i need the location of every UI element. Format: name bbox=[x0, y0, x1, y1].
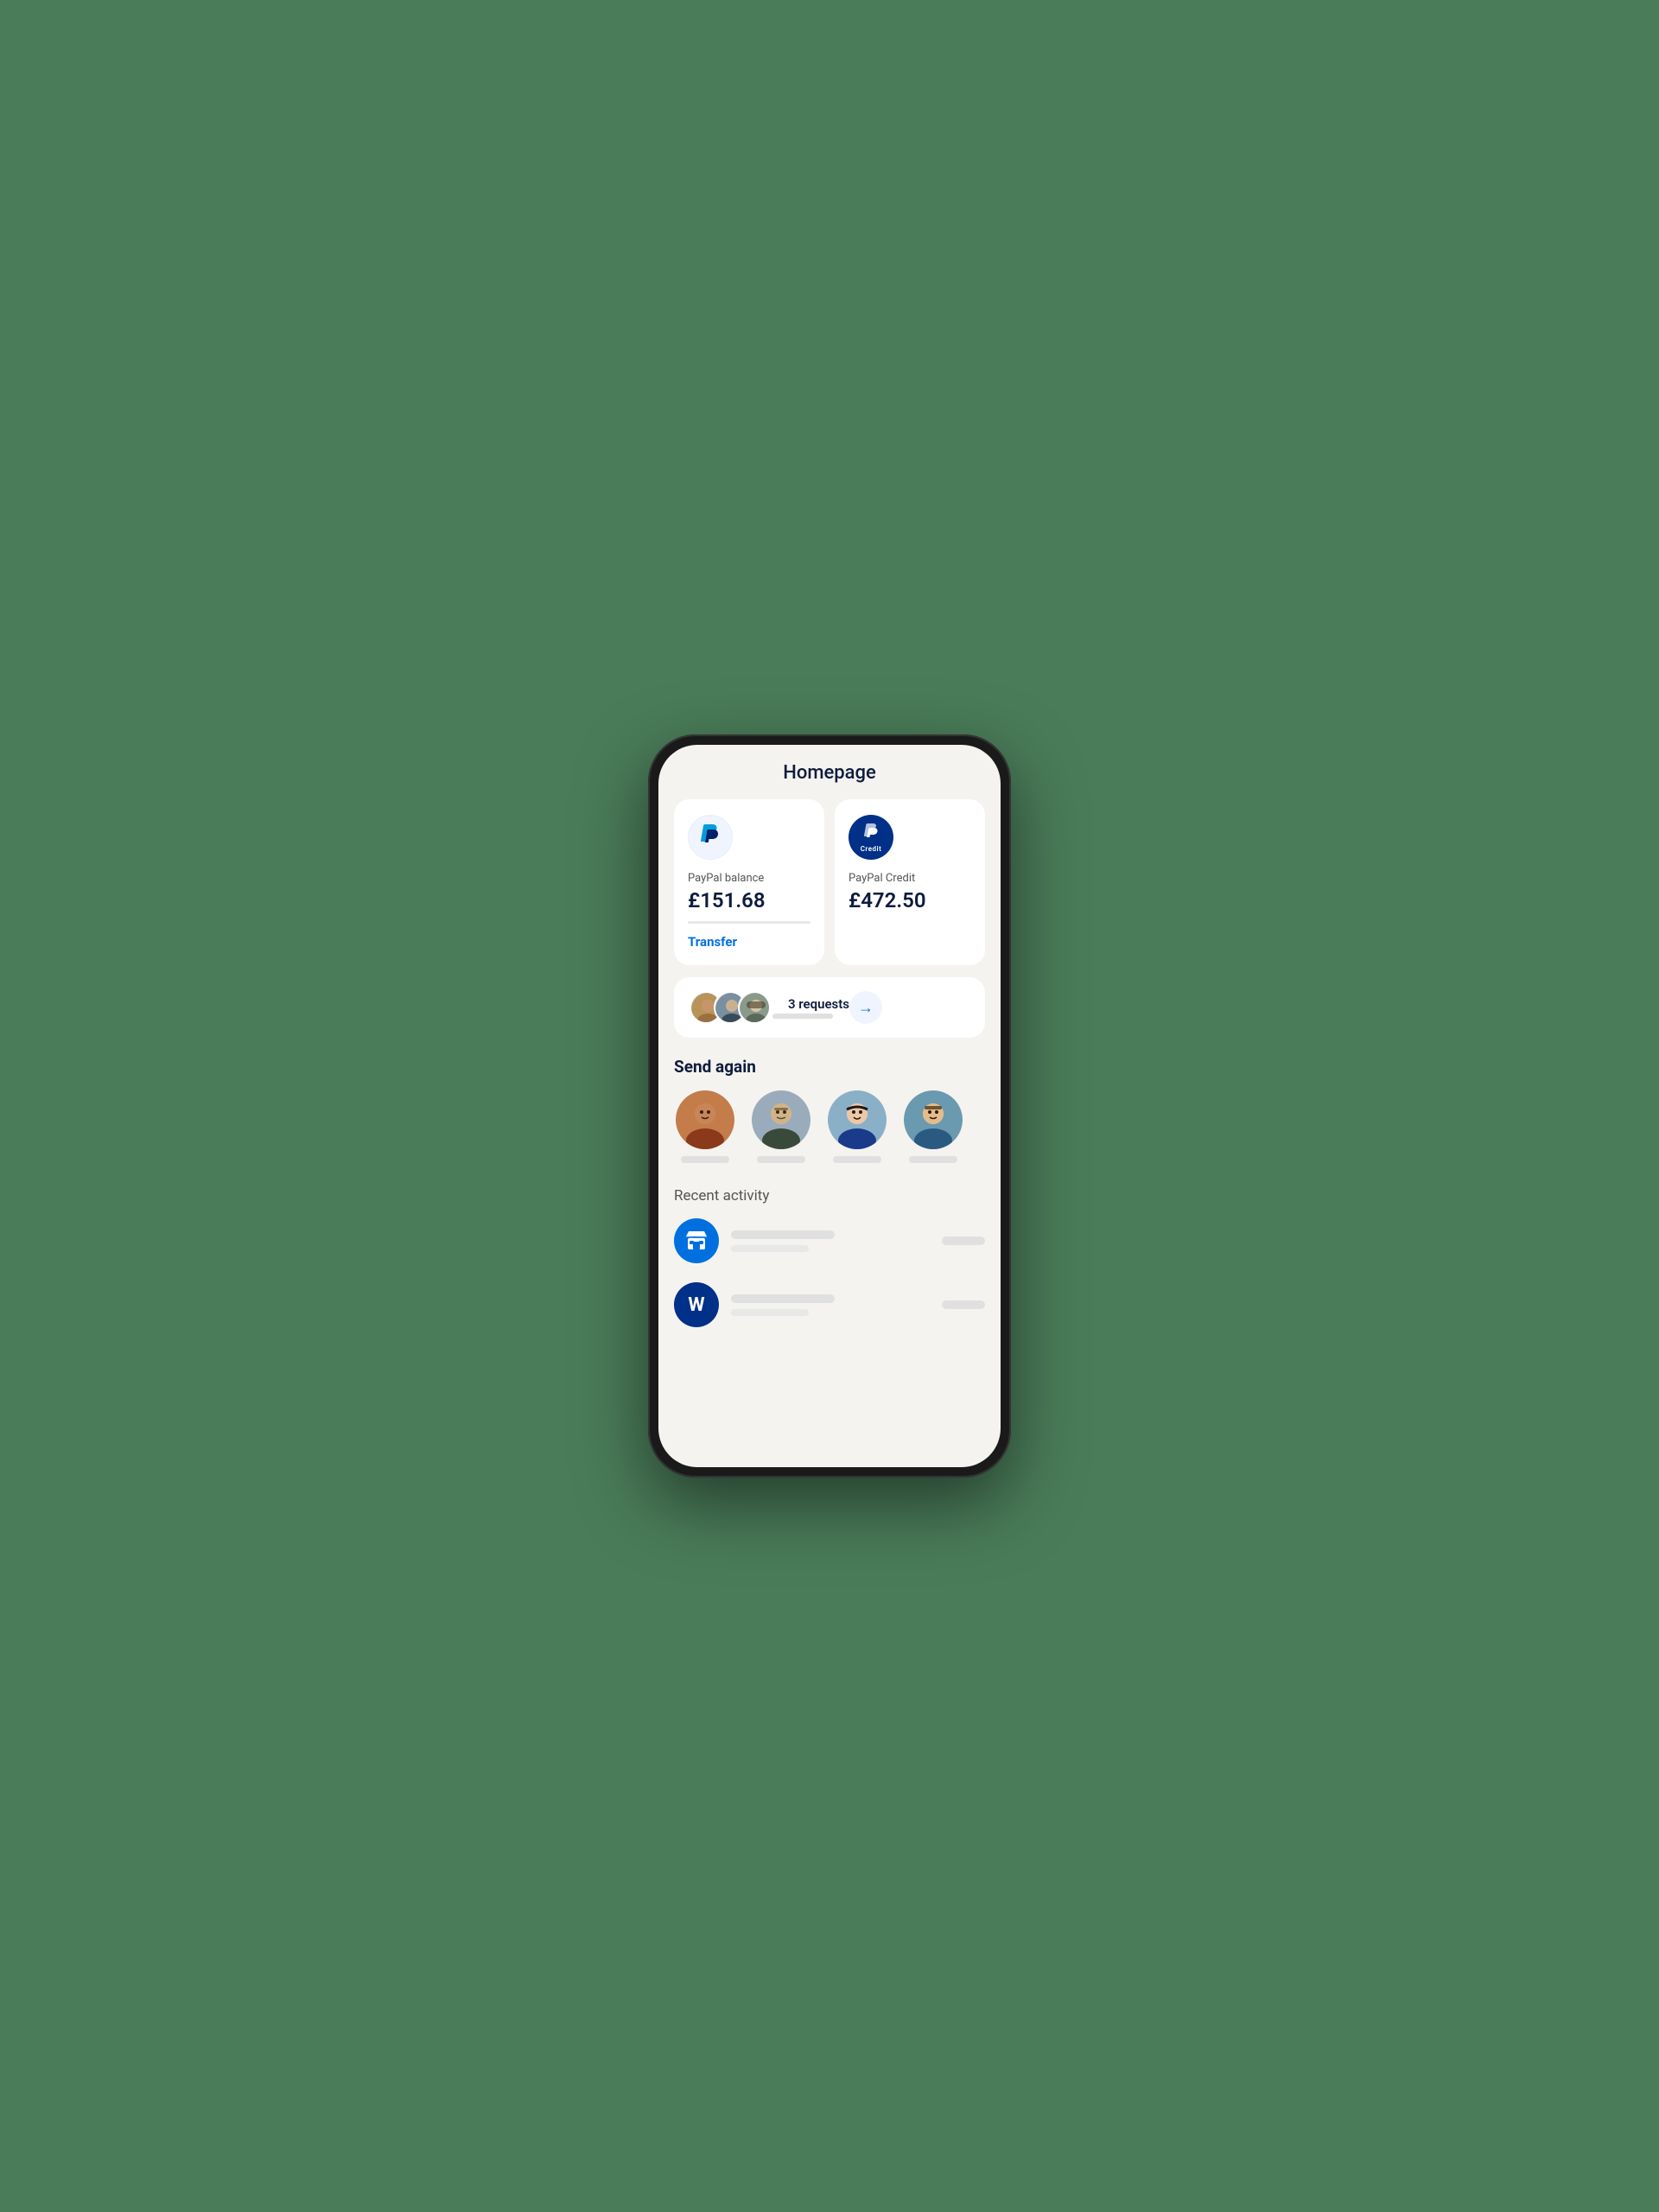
paypal-balance-amount: £151.68 bbox=[688, 888, 810, 912]
contact-name-bar-1 bbox=[681, 1156, 729, 1163]
page-title: Homepage bbox=[674, 762, 985, 784]
credit-text-label: Credit bbox=[861, 845, 882, 853]
requests-bar[interactable]: 3 requests → bbox=[674, 977, 985, 1038]
activity-info-1 bbox=[731, 1230, 930, 1252]
activity-amount-2 bbox=[942, 1300, 985, 1309]
contact-3[interactable] bbox=[826, 1090, 888, 1163]
request-avatar-3 bbox=[738, 991, 771, 1024]
contact-4[interactable] bbox=[902, 1090, 964, 1163]
paypal-balance-card[interactable]: PayPal balance £151.68 Transfer bbox=[674, 799, 824, 965]
contact-name-bar-3 bbox=[833, 1156, 881, 1163]
balance-cards-row: PayPal balance £151.68 Transfer bbox=[674, 799, 985, 965]
contact-5[interactable] bbox=[978, 1090, 985, 1163]
activity-line-c bbox=[731, 1294, 835, 1303]
contact-1[interactable] bbox=[674, 1090, 736, 1163]
recent-activity-title: Recent activity bbox=[674, 1187, 985, 1205]
activity-item-2[interactable]: W bbox=[674, 1282, 985, 1327]
activity-amount-1 bbox=[942, 1236, 985, 1245]
w-icon-letter: W bbox=[688, 1294, 704, 1316]
paypal-credit-label: PayPal Credit bbox=[849, 872, 971, 885]
contact-2[interactable] bbox=[750, 1090, 812, 1163]
activity-line-b bbox=[731, 1245, 809, 1252]
contact-avatar-3 bbox=[828, 1090, 887, 1149]
activity-item-1[interactable] bbox=[674, 1218, 985, 1263]
paypal-credit-card[interactable]: Credit PayPal Credit £472.50 bbox=[835, 799, 985, 965]
contact-name-bar-4 bbox=[909, 1156, 957, 1163]
send-again-list[interactable] bbox=[674, 1090, 985, 1163]
activity-line-d bbox=[731, 1309, 809, 1316]
requests-arrow-button[interactable]: → bbox=[849, 991, 882, 1024]
paypal-credit-logo: Credit bbox=[849, 815, 893, 860]
contact-avatar-4 bbox=[904, 1090, 963, 1149]
paypal-logo-white bbox=[688, 815, 733, 860]
activity-icon-store bbox=[674, 1218, 719, 1263]
contact-avatar-2 bbox=[752, 1090, 810, 1149]
transfer-button[interactable]: Transfer bbox=[688, 934, 810, 950]
card-divider bbox=[688, 921, 810, 924]
paypal-credit-icon: Credit bbox=[861, 822, 882, 853]
contact-avatar-1 bbox=[676, 1090, 734, 1149]
paypal-balance-label: PayPal balance bbox=[688, 872, 810, 885]
phone-device: Homepage PayPal balance £151.68 bbox=[648, 734, 1011, 1478]
paypal-credit-amount: £472.50 bbox=[849, 888, 971, 912]
request-avatars bbox=[690, 991, 762, 1024]
requests-sub bbox=[772, 1014, 833, 1019]
requests-info: 3 requests bbox=[772, 996, 849, 1019]
contact-name-bar-2 bbox=[757, 1156, 805, 1163]
requests-label: 3 requests bbox=[788, 996, 849, 1012]
send-again-title: Send again bbox=[674, 1057, 985, 1077]
screen-content[interactable]: Homepage PayPal balance £151.68 bbox=[658, 745, 1001, 1467]
phone-screen: Homepage PayPal balance £151.68 bbox=[658, 745, 1001, 1467]
activity-icon-w: W bbox=[674, 1282, 719, 1327]
activity-info-2 bbox=[731, 1294, 930, 1316]
activity-line-a bbox=[731, 1230, 835, 1239]
paypal-p-icon bbox=[698, 822, 722, 854]
